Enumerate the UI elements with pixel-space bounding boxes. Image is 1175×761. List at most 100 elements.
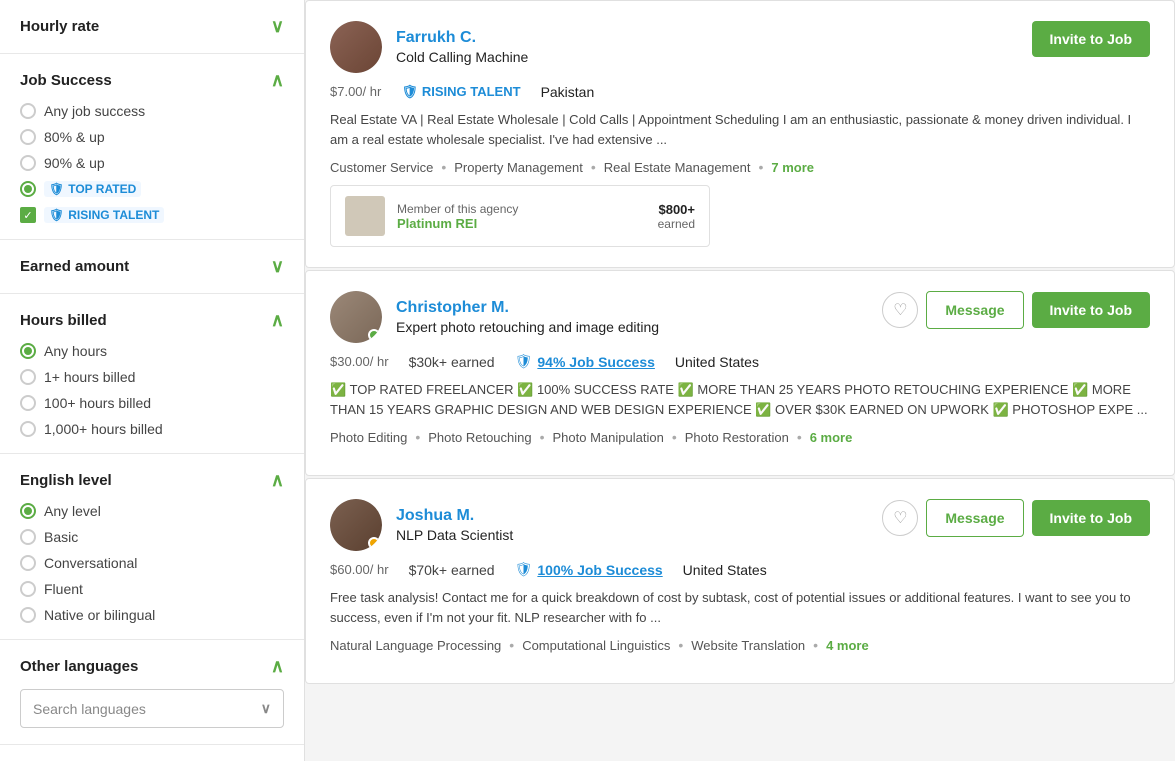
- farrukh-agency-earned-label: earned: [658, 217, 695, 231]
- christopher-earned-label: earned: [451, 354, 495, 370]
- christopher-skills: Photo Editing • Photo Retouching • Photo…: [330, 429, 1150, 445]
- christopher-earned-value: $30k+: [409, 354, 448, 370]
- english-native-label: Native or bilingual: [44, 607, 155, 623]
- job-success-rising-talent[interactable]: ✓ 🛡 RISING TALENT: [20, 207, 284, 223]
- english-level-header[interactable]: English level ∧: [20, 470, 284, 491]
- job-success-any-label: Any job success: [44, 103, 145, 119]
- joshua-identity: Joshua M. NLP Data Scientist: [330, 499, 513, 551]
- radio-any-english: [20, 503, 36, 519]
- other-languages-title: Other languages: [20, 658, 138, 675]
- farrukh-header: Farrukh C. Cold Calling Machine Invite t…: [330, 21, 1150, 73]
- english-any[interactable]: Any level: [20, 503, 284, 519]
- farrukh-agency-earned-block: $800+ earned: [658, 202, 695, 231]
- farrukh-more-skills[interactable]: 7 more: [771, 160, 814, 175]
- joshua-heart-button[interactable]: ♡: [882, 500, 918, 536]
- joshua-message-button[interactable]: Message: [926, 499, 1023, 537]
- job-success-chevron: ∧: [271, 70, 284, 91]
- job-success-title: Job Success: [20, 72, 112, 89]
- english-basic-label: Basic: [44, 529, 78, 545]
- farrukh-invite-button[interactable]: Invite to Job: [1032, 21, 1150, 57]
- farrukh-agency-box: Member of this agency Platinum REI $800+…: [330, 185, 710, 247]
- hours-1plus[interactable]: 1+ hours billed: [20, 369, 284, 385]
- hours-any[interactable]: Any hours: [20, 343, 284, 359]
- joshua-location: United States: [683, 562, 767, 578]
- checkbox-rising-talent: ✓: [20, 207, 36, 223]
- radio-basic-english: [20, 529, 36, 545]
- joshua-rate: $60.00/ hr: [330, 561, 389, 578]
- english-native[interactable]: Native or bilingual: [20, 607, 284, 623]
- farrukh-rising-badge: 🛡 RISING TALENT: [401, 84, 520, 100]
- hourly-rate-chevron: ∨: [271, 16, 284, 37]
- radio-any-success: [20, 103, 36, 119]
- christopher-message-button[interactable]: Message: [926, 291, 1023, 329]
- joshua-title: NLP Data Scientist: [396, 527, 513, 543]
- christopher-skill-3: Photo Manipulation: [553, 430, 664, 445]
- christopher-header: Christopher M. Expert photo retouching a…: [330, 291, 1150, 343]
- farrukh-identity: Farrukh C. Cold Calling Machine: [330, 21, 528, 73]
- freelancer-card-christopher: Christopher M. Expert photo retouching a…: [305, 270, 1175, 476]
- english-fluent[interactable]: Fluent: [20, 581, 284, 597]
- joshua-online-indicator: [368, 537, 380, 549]
- joshua-more-skills[interactable]: 4 more: [826, 638, 869, 653]
- earned-amount-header[interactable]: Earned amount ∨: [20, 256, 284, 277]
- christopher-invite-button[interactable]: Invite to Job: [1032, 292, 1150, 328]
- joshua-earned-label: earned: [451, 562, 495, 578]
- english-conversational[interactable]: Conversational: [20, 555, 284, 571]
- christopher-success-value[interactable]: 94% Job Success: [537, 354, 655, 370]
- christopher-rate-unit: / hr: [370, 354, 389, 369]
- radio-80up: [20, 129, 36, 145]
- hours-billed-options: Any hours 1+ hours billed 100+ hours bil…: [20, 343, 284, 437]
- farrukh-rate: $7.00/ hr: [330, 83, 381, 100]
- joshua-invite-button[interactable]: Invite to Job: [1032, 500, 1150, 536]
- christopher-location: United States: [675, 354, 759, 370]
- radio-top-rated: [20, 181, 36, 197]
- sidebar-section-hours-billed: Hours billed ∧ Any hours 1+ hours billed…: [0, 294, 304, 454]
- job-success-any[interactable]: Any job success: [20, 103, 284, 119]
- job-success-top-rated[interactable]: 🛡 TOP RATED: [20, 181, 284, 197]
- hours-any-label: Any hours: [44, 343, 107, 359]
- christopher-earned: $30k+ earned: [409, 354, 495, 370]
- english-basic[interactable]: Basic: [20, 529, 284, 545]
- english-any-label: Any level: [44, 503, 101, 519]
- other-languages-header[interactable]: Other languages ∧: [20, 656, 284, 677]
- christopher-name-title: Christopher M. Expert photo retouching a…: [396, 299, 659, 335]
- other-languages-chevron: ∧: [271, 656, 284, 677]
- radio-native-english: [20, 607, 36, 623]
- rising-talent-shield-icon: 🛡: [401, 84, 418, 100]
- hours-1000plus[interactable]: 1,000+ hours billed: [20, 421, 284, 437]
- top-rated-label: TOP RATED: [68, 182, 136, 196]
- hourly-rate-header[interactable]: Hourly rate ∨: [20, 16, 284, 37]
- christopher-more-skills[interactable]: 6 more: [810, 430, 853, 445]
- radio-90up: [20, 155, 36, 171]
- search-languages-box[interactable]: Search languages ∨: [20, 689, 284, 728]
- christopher-name[interactable]: Christopher M.: [396, 299, 659, 317]
- hours-100plus[interactable]: 100+ hours billed: [20, 395, 284, 411]
- earned-amount-chevron: ∨: [271, 256, 284, 277]
- farrukh-agency-name[interactable]: Platinum REI: [397, 216, 518, 231]
- english-fluent-label: Fluent: [44, 581, 83, 597]
- joshua-success-value[interactable]: 100% Job Success: [537, 562, 662, 578]
- joshua-actions: ♡ Message Invite to Job: [882, 499, 1150, 537]
- joshua-name[interactable]: Joshua M.: [396, 507, 513, 525]
- job-success-80[interactable]: 80% & up: [20, 129, 284, 145]
- job-success-header[interactable]: Job Success ∧: [20, 70, 284, 91]
- top-rated-badge: 🛡 TOP RATED: [44, 181, 141, 197]
- job-success-90[interactable]: 90% & up: [20, 155, 284, 171]
- christopher-heart-button[interactable]: ♡: [882, 292, 918, 328]
- farrukh-name[interactable]: Farrukh C.: [396, 29, 528, 47]
- freelancer-card-joshua: Joshua M. NLP Data Scientist ♡ Message I…: [305, 478, 1175, 684]
- farrukh-avatar: [330, 21, 382, 73]
- christopher-skill-4: Photo Restoration: [685, 430, 789, 445]
- hours-billed-header[interactable]: Hours billed ∧: [20, 310, 284, 331]
- farrukh-agency-thumbnail: [345, 196, 385, 236]
- joshua-skill-2: Computational Linguistics: [522, 638, 670, 653]
- radio-1plus-hours: [20, 369, 36, 385]
- farrukh-agency-info: Member of this agency Platinum REI: [397, 202, 518, 231]
- hourly-rate-title: Hourly rate: [20, 18, 99, 35]
- english-level-chevron: ∧: [271, 470, 284, 491]
- christopher-online-indicator: [368, 329, 380, 341]
- christopher-avatar: [330, 291, 382, 343]
- earned-amount-title: Earned amount: [20, 258, 129, 275]
- christopher-identity: Christopher M. Expert photo retouching a…: [330, 291, 659, 343]
- christopher-rate: $30.00/ hr: [330, 353, 389, 370]
